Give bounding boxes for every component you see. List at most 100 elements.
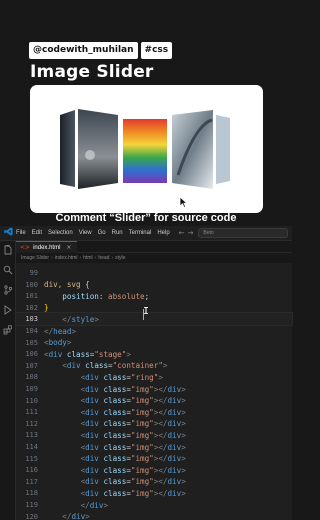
html-file-icon: <> — [20, 244, 31, 251]
menu-run[interactable]: Run — [112, 230, 123, 236]
code-line[interactable]: 119 </div> — [16, 499, 292, 511]
code-text: </head> — [44, 327, 292, 336]
code-line[interactable]: 112 <div class="img"></div> — [16, 418, 292, 430]
menu-terminal[interactable]: Terminal — [129, 230, 152, 236]
code-line[interactable]: 108 <div class="ring"> — [16, 371, 292, 383]
code-token: div — [85, 430, 99, 440]
slide-image — [216, 115, 230, 184]
code-line[interactable]: 116 <div class="img"></div> — [16, 464, 292, 476]
code-line[interactable]: 103 </style> — [15, 312, 293, 327]
files-icon[interactable] — [3, 244, 13, 255]
tag-row: @codewith_muhilan #css — [29, 42, 173, 59]
menu-edit[interactable]: Edit — [32, 230, 42, 236]
menu-selection[interactable]: Selection — [48, 230, 73, 236]
code-line[interactable]: 99 — [16, 267, 292, 279]
back-arrow-icon[interactable]: ← — [179, 229, 185, 237]
promo-overlay: @codewith_muhilan #css Image Slider Comm… — [0, 0, 292, 226]
code-line[interactable]: 110 <div class="img"></div> — [16, 395, 292, 407]
breadcrumb-item[interactable]: Image Slider — [21, 255, 49, 261]
code-token: div — [85, 372, 99, 382]
editor-tab-bar: <> index.html × — [16, 241, 292, 253]
code-token: div — [167, 442, 182, 452]
code-line[interactable]: 115 <div class="img"></div> — [16, 453, 292, 465]
code-token: ; — [144, 291, 150, 301]
tab-index-html[interactable]: <> index.html × — [16, 241, 78, 253]
code-line[interactable]: 113 <div class="img"></div> — [16, 429, 292, 441]
code-text: <div class="img"></div> — [44, 431, 292, 440]
code-editor[interactable]: 120 </div> 119 </div> 118 <div class="img"… — [15, 263, 293, 520]
code-line[interactable]: 109 <div class="img"></div> — [16, 383, 292, 395]
line-number: 115 — [25, 454, 38, 463]
source-control-icon[interactable] — [3, 285, 13, 295]
code-line[interactable]: 105 <body> — [16, 337, 292, 349]
command-search-input[interactable]: Beto — [198, 228, 289, 238]
code-line[interactable]: 106 <div class="stage"> — [16, 348, 292, 360]
close-icon[interactable]: × — [66, 244, 71, 251]
menu-view[interactable]: View — [79, 230, 92, 236]
code-token: class — [103, 477, 127, 487]
breadcrumb-item[interactable]: html — [83, 255, 92, 261]
code-line[interactable]: 114 <div class="img"></div> — [16, 441, 292, 453]
code-token: div — [85, 396, 99, 406]
code-line[interactable]: 111 <div class="img"></div> — [16, 406, 292, 418]
code-token: "img" — [130, 419, 154, 429]
code-line[interactable]: 120 </div> — [16, 511, 292, 520]
code-token: div — [167, 419, 182, 429]
forward-arrow-icon[interactable]: → — [188, 229, 194, 237]
run-debug-icon[interactable] — [3, 305, 13, 315]
code-line[interactable]: 100 div, svg { — [16, 279, 292, 291]
code-token: > — [181, 384, 186, 394]
code-token: div — [167, 430, 182, 440]
code-text: div, svg { — [44, 280, 292, 289]
code-token: > — [181, 419, 186, 429]
code-token: class — [66, 349, 90, 359]
code-token: class — [85, 361, 109, 371]
vscode-logo-icon — [0, 227, 16, 239]
code-line[interactable]: 102} — [16, 302, 292, 314]
code-token: "img" — [130, 442, 154, 452]
menu-go[interactable]: Go — [98, 230, 106, 236]
code-token: div — [85, 477, 99, 487]
code-token: head — [53, 326, 72, 336]
menu-file[interactable]: File — [16, 230, 26, 236]
css-tag: #css — [140, 42, 173, 59]
code-text: <div class="container"> — [44, 361, 292, 370]
line-number: 103 — [25, 315, 38, 324]
code-token: "stage" — [94, 349, 127, 359]
code-text: position: absolute; — [44, 292, 292, 301]
code-token: </ — [80, 500, 90, 510]
code-token: > — [162, 361, 168, 371]
slide-image — [85, 150, 95, 160]
code-text: </div> — [44, 501, 292, 510]
extensions-icon[interactable] — [3, 325, 13, 335]
line-number: 107 — [25, 361, 38, 370]
menu-help[interactable]: Help — [157, 230, 169, 236]
code-token: div — [66, 361, 81, 371]
code-text: <div class="img"></div> — [44, 419, 292, 428]
breadcrumb-item[interactable]: head — [98, 255, 109, 261]
code-token: "ring" — [130, 372, 159, 382]
code-line[interactable]: 101 position: absolute; — [16, 290, 292, 302]
code-line[interactable]: 117 <div class="img"></div> — [16, 476, 292, 488]
chevron-right-icon: › — [94, 255, 97, 261]
breadcrumb-item[interactable]: index.html — [55, 255, 78, 261]
code-line[interactable]: 104 </head> — [16, 325, 292, 337]
code-token: > — [66, 338, 72, 348]
code-line[interactable]: 118 <div class="img"></div> — [16, 487, 292, 499]
code-token: class — [103, 465, 127, 475]
code-token: "img" — [130, 454, 154, 464]
code-token: class — [103, 407, 127, 417]
line-number: 120 — [25, 512, 38, 520]
line-number: 108 — [25, 373, 38, 382]
slide-image — [123, 119, 167, 183]
code-token: class — [103, 384, 127, 394]
code-line[interactable]: 107 <div class="container"> — [16, 360, 292, 372]
search-icon[interactable] — [3, 265, 13, 275]
chevron-right-icon: › — [79, 255, 82, 261]
breadcrumb-item[interactable]: style — [115, 255, 125, 261]
